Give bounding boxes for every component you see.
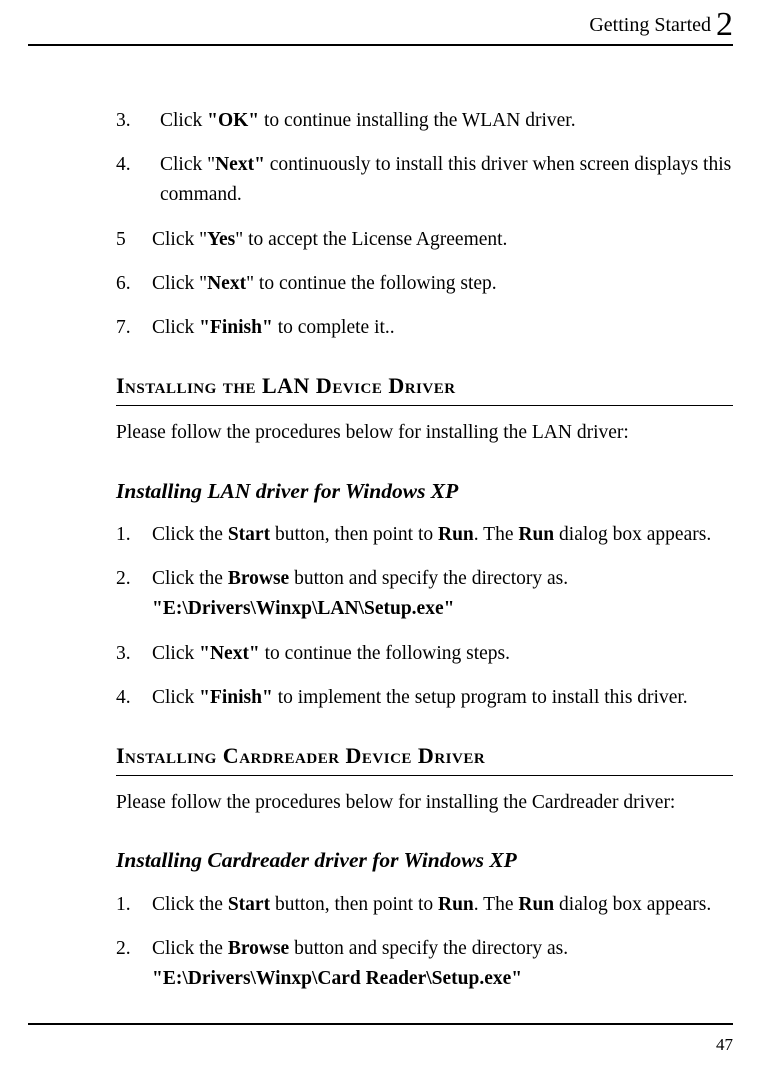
footer-divider [28, 1023, 733, 1025]
step-text: Click "Yes" to accept the License Agreem… [152, 225, 733, 255]
step-number: 2. [116, 564, 152, 624]
page-number: 47 [716, 1035, 733, 1055]
step-item: 2. Click the Browse button and specify t… [116, 564, 733, 624]
step-number: 3. [116, 639, 152, 669]
subsection-heading: Installing Cardreader driver for Windows… [116, 844, 733, 877]
step-number: 3. [116, 106, 160, 136]
step-number: 6. [116, 269, 152, 299]
step-text: Click the Start button, then point to Ru… [152, 890, 733, 920]
step-number: 5 [116, 225, 152, 255]
step-item: 3. Click "Next" to continue the followin… [116, 639, 733, 669]
page-content: 3. Click "OK" to continue installing the… [28, 46, 733, 994]
section-heading-cardreader: Installing Cardreader Device Driver [116, 739, 733, 776]
step-text: Click "Next" to continue the following s… [152, 639, 733, 669]
step-item: 5 Click "Yes" to accept the License Agre… [116, 225, 733, 255]
chapter-number: 2 [716, 6, 733, 43]
step-text: Click "Finish" to implement the setup pr… [152, 683, 733, 713]
step-item: 3. Click "OK" to continue installing the… [116, 106, 733, 136]
step-item: 4. Click "Finish" to implement the setup… [116, 683, 733, 713]
step-number: 1. [116, 520, 152, 550]
header-title: Getting Started [589, 14, 711, 36]
subsection-heading: Installing LAN driver for Windows XP [116, 475, 733, 508]
page-header: Getting Started 2 [28, 0, 733, 46]
step-text: Click "Next" continuously to install thi… [160, 150, 733, 210]
section-heading-lan: Installing the LAN Device Driver [116, 369, 733, 406]
section-intro: Please follow the procedures below for i… [116, 418, 733, 448]
step-text: Click the Browse button and specify the … [152, 564, 733, 624]
step-item: 2. Click the Browse button and specify t… [116, 934, 733, 994]
step-text: Click "Finish" to complete it.. [152, 313, 733, 343]
step-number: 7. [116, 313, 152, 343]
step-text: Click the Start button, then point to Ru… [152, 520, 733, 550]
step-number: 4. [116, 150, 160, 210]
step-text: Click the Browse button and specify the … [152, 934, 733, 994]
step-item: 7. Click "Finish" to complete it.. [116, 313, 733, 343]
section-intro: Please follow the procedures below for i… [116, 788, 733, 818]
step-text: Click "OK" to continue installing the WL… [160, 106, 733, 136]
step-text: Click "Next" to continue the following s… [152, 269, 733, 299]
step-number: 4. [116, 683, 152, 713]
step-item: 4. Click "Next" continuously to install … [116, 150, 733, 210]
step-number: 2. [116, 934, 152, 994]
step-item: 6. Click "Next" to continue the followin… [116, 269, 733, 299]
step-number: 1. [116, 890, 152, 920]
step-item: 1. Click the Start button, then point to… [116, 890, 733, 920]
step-item: 1. Click the Start button, then point to… [116, 520, 733, 550]
